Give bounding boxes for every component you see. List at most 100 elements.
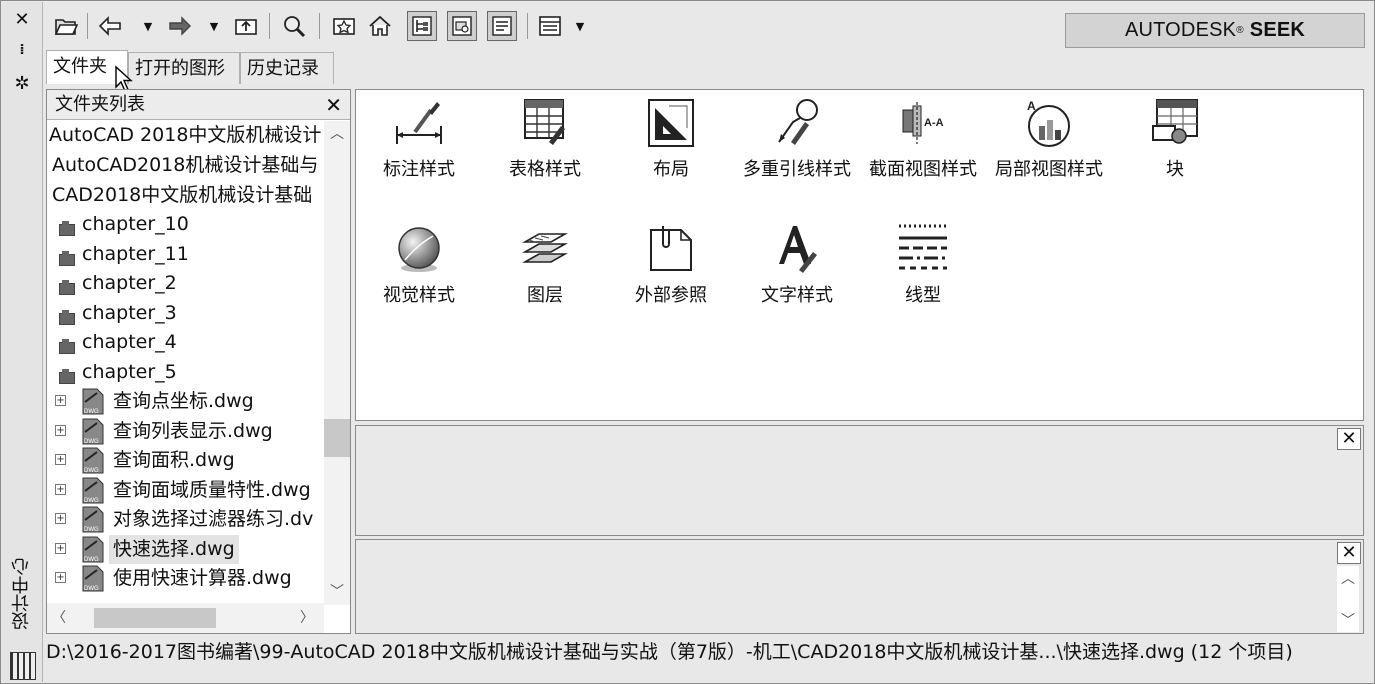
content-item-table-style[interactable]: 表格样式 — [482, 96, 608, 186]
tree-item[interactable]: AutoCAD2018机械设计基础与 — [47, 151, 324, 180]
tab-open-drawings[interactable]: 打开的图形 — [128, 52, 240, 84]
content-item-label: 图层 — [527, 285, 563, 306]
tree-item[interactable]: AutoCAD 2018中文版机械设计 — [47, 121, 324, 150]
autodesk-seek-button[interactable]: AUTODESK ® SEEK — [1065, 13, 1365, 48]
home-icon[interactable] — [365, 11, 395, 41]
content-item-block[interactable]: 块 — [1112, 96, 1238, 186]
content-item-label: 文字样式 — [761, 285, 833, 306]
close-icon[interactable]: ✕ — [1337, 542, 1361, 564]
content-item-label: 局部视图样式 — [995, 159, 1103, 180]
expand-icon[interactable]: + — [55, 395, 66, 406]
forward-dropdown-icon[interactable]: ▼ — [207, 11, 221, 41]
section-view-style-icon: A-A — [902, 102, 944, 144]
title-strip: ✕ ⁞ ✲ 设计中心 — [2, 2, 43, 682]
svg-text:DWG: DWG — [84, 498, 99, 504]
favorites-icon[interactable] — [329, 11, 359, 41]
autohide-icon[interactable]: ⁞ — [10, 38, 34, 62]
views-icon[interactable] — [535, 11, 565, 41]
back-icon[interactable] — [95, 11, 125, 41]
table-style-icon — [524, 99, 565, 145]
tree-item[interactable]: + DWG 对象选择过滤器练习.dv — [47, 505, 324, 534]
description-toggle-icon[interactable] — [487, 11, 517, 41]
close-icon[interactable]: ✕ — [1337, 428, 1361, 450]
tab-history[interactable]: 历史记录 — [240, 52, 334, 84]
tree-item[interactable]: chapter_10 — [47, 210, 324, 239]
tree-item[interactable]: chapter_5 — [47, 358, 324, 387]
forward-icon[interactable] — [165, 11, 195, 41]
close-icon[interactable]: ✕ — [325, 90, 342, 120]
svg-text:DWG: DWG — [84, 409, 99, 415]
tree-horizontal-scrollbar[interactable]: 〈 〉 — [47, 603, 324, 633]
tree-item[interactable]: + DWG 查询列表显示.dwg — [47, 417, 324, 446]
folder-icon — [59, 310, 75, 325]
preview-toggle-icon[interactable] — [447, 11, 477, 41]
dwg-file-icon: DWG — [82, 565, 104, 592]
tree-vertical-scrollbar[interactable]: ︿ ﹀ — [324, 121, 350, 605]
scroll-down-icon[interactable]: ﹀ — [1337, 610, 1359, 632]
layers-icon — [521, 233, 569, 263]
expand-icon[interactable]: + — [55, 454, 66, 465]
tree-item[interactable]: chapter_11 — [47, 240, 324, 269]
close-icon[interactable]: ✕ — [10, 8, 34, 32]
scroll-right-icon[interactable]: 〉 — [297, 607, 317, 629]
detail-view-style-icon: A — [1027, 99, 1070, 147]
content-item-layers[interactable]: 图层 — [482, 222, 608, 312]
seek-brand: AUTODESK — [1124, 19, 1237, 41]
content-item-label: 标注样式 — [383, 159, 455, 180]
content-item-linetype[interactable]: 线型 — [860, 222, 986, 312]
folder-tree[interactable]: AutoCAD 2018中文版机械设计 AutoCAD2018机械设计基础与 C… — [47, 121, 324, 605]
scroll-up-icon[interactable]: ︿ — [1337, 568, 1359, 590]
content-item-multileader-style[interactable]: 多重引线样式 — [734, 96, 860, 186]
tree-item[interactable]: + DWG 查询面域质量特性.dwg — [47, 476, 324, 505]
content-area: 标注样式 表格样式 布局 多重引线样式 A-A 截面视图样式 A 局部视图样式 … — [355, 89, 1364, 421]
scroll-down-icon[interactable]: ﹀ — [324, 581, 350, 603]
multileader-style-icon — [778, 99, 818, 145]
description-panel: ✕ ︿ ﹀ — [355, 539, 1364, 634]
properties-icon[interactable]: ✲ — [10, 72, 34, 96]
expand-icon[interactable]: + — [55, 543, 66, 554]
load-folder-icon[interactable] — [51, 11, 81, 41]
tree-item[interactable]: chapter_2 — [47, 269, 324, 298]
xref-icon — [650, 226, 692, 271]
preview-panel: ✕ — [355, 425, 1364, 536]
search-icon[interactable] — [279, 11, 309, 41]
folder-list-title: 文件夹列表 — [55, 94, 145, 115]
svg-text:A-A: A-A — [924, 117, 944, 129]
content-item-label: 视觉样式 — [383, 285, 455, 306]
tree-item-selected[interactable]: + DWG 快速选择.dwg — [47, 535, 324, 564]
scroll-left-icon[interactable]: 〈 — [49, 607, 69, 629]
content-item-layout[interactable]: 布局 — [608, 96, 734, 186]
palette-grip-icon[interactable] — [10, 652, 36, 680]
tree-item[interactable]: + DWG 使用快速计算器.dwg — [47, 564, 324, 593]
tree-item[interactable]: chapter_4 — [47, 328, 324, 357]
up-folder-icon[interactable] — [231, 11, 261, 41]
content-item-section-view-style[interactable]: A-A 截面视图样式 — [860, 96, 986, 186]
expand-icon[interactable]: + — [55, 425, 66, 436]
tree-item[interactable]: + DWG 查询面积.dwg — [47, 446, 324, 475]
scroll-up-icon[interactable]: ︿ — [324, 123, 350, 145]
status-path: D:\2016-2017图书编著\99-AutoCAD 2018中文版机械设计基… — [46, 641, 1293, 663]
expand-icon[interactable]: + — [55, 513, 66, 524]
scroll-thumb[interactable] — [324, 419, 350, 457]
content-item-label: 布局 — [653, 159, 689, 180]
tree-item[interactable]: chapter_3 — [47, 299, 324, 328]
expand-icon[interactable]: + — [55, 484, 66, 495]
content-item-detail-view-style[interactable]: A 局部视图样式 — [986, 96, 1112, 186]
views-dropdown-icon[interactable]: ▼ — [573, 11, 587, 41]
back-dropdown-icon[interactable]: ▼ — [141, 11, 155, 41]
content-item-visual-style[interactable]: 视觉样式 — [356, 222, 482, 312]
scroll-thumb[interactable] — [94, 608, 216, 628]
folder-list-panel: 文件夹列表 ✕ AutoCAD 2018中文版机械设计 AutoCAD2018机… — [46, 89, 351, 634]
expand-icon[interactable]: + — [55, 572, 66, 583]
dwg-file-icon: DWG — [82, 506, 104, 533]
tree-item[interactable]: CAD2018中文版机械设计基础 — [47, 181, 324, 210]
description-scrollbar[interactable]: ︿ ﹀ — [1337, 566, 1359, 632]
tree-item[interactable]: + DWG 查询点坐标.dwg — [47, 387, 324, 416]
tree-view-toggle-icon[interactable] — [407, 11, 437, 41]
svg-text:DWG: DWG — [84, 439, 99, 445]
content-item-dimension-style[interactable]: 标注样式 — [356, 96, 482, 186]
content-item-text-style[interactable]: 文字样式 — [734, 222, 860, 312]
content-item-label: 线型 — [905, 285, 941, 306]
block-icon — [1152, 99, 1198, 144]
content-item-xref[interactable]: 外部参照 — [608, 222, 734, 312]
